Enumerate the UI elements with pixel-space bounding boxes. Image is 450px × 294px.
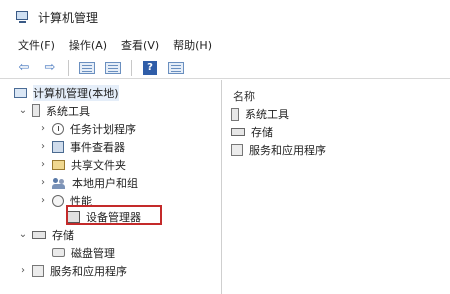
- shared-folder-icon: [52, 159, 65, 170]
- tree-item-label: 共享文件夹: [71, 158, 126, 172]
- tools-icon: [32, 104, 40, 117]
- tree-item-label: 磁盘管理: [71, 246, 115, 260]
- chevron-down-icon[interactable]: ⌄: [18, 229, 28, 240]
- storage-icon: [231, 128, 245, 136]
- tree-item-event-viewer[interactable]: › 事件查看器: [38, 138, 125, 155]
- menu-help[interactable]: 帮助(H): [173, 37, 212, 53]
- tree-item-label: 事件查看器: [70, 140, 125, 154]
- tree-item-system-tools[interactable]: ⌄ 系统工具: [18, 102, 90, 119]
- tree-item-local-users[interactable]: › 本地用户和组: [38, 174, 138, 191]
- list-item-label: 服务和应用程序: [249, 144, 326, 157]
- content-pane: 名称 系统工具 存储 服务和应用程序: [223, 80, 450, 294]
- properties-button[interactable]: [166, 60, 186, 76]
- chevron-right-icon[interactable]: ›: [38, 123, 48, 134]
- storage-icon: [32, 230, 46, 239]
- computer-icon: [14, 87, 27, 98]
- performance-icon: [52, 194, 64, 207]
- tree-item-task-scheduler[interactable]: › 任务计划程序: [38, 120, 136, 137]
- chevron-right-icon[interactable]: ›: [38, 177, 48, 188]
- tree-item-services-apps[interactable]: › 服务和应用程序: [18, 262, 127, 279]
- chevron-down-icon[interactable]: ⌄: [18, 105, 28, 116]
- menu-action[interactable]: 操作(A): [69, 37, 107, 53]
- toolbar-separator: [68, 59, 69, 76]
- properties-icon: [168, 61, 184, 74]
- tree-item-storage[interactable]: ⌄ 存储: [18, 226, 74, 243]
- tree-item-label: 本地用户和组: [72, 176, 138, 190]
- forward-button[interactable]: ⇨: [40, 60, 60, 76]
- export-list-icon: [105, 61, 121, 74]
- chevron-right-icon[interactable]: ›: [38, 159, 48, 170]
- list-item-label: 存储: [251, 126, 273, 139]
- tree-item-root[interactable]: 计算机管理(本地): [14, 84, 119, 101]
- tree-item-label: 计算机管理(本地): [33, 84, 119, 101]
- tree-item-shared-folders[interactable]: › 共享文件夹: [38, 156, 126, 173]
- navigation-tree: 计算机管理(本地) ⌄ 系统工具 › 任务计划程序 › 事件查看器 › 共享文件…: [0, 80, 222, 294]
- back-arrow-icon: ⇦: [18, 60, 30, 75]
- toolbar-separator: [131, 59, 132, 76]
- tree-item-label: 系统工具: [46, 104, 90, 118]
- menu-view[interactable]: 查看(V): [121, 37, 159, 53]
- chevron-right-icon[interactable]: ›: [38, 141, 48, 152]
- help-icon: ?: [143, 60, 157, 75]
- back-button[interactable]: ⇦: [14, 60, 34, 76]
- disk-icon: [52, 248, 65, 257]
- list-item-system-tools[interactable]: 系统工具: [231, 106, 289, 122]
- export-list-button[interactable]: [103, 60, 123, 76]
- show-tree-button[interactable]: [77, 60, 97, 76]
- chevron-right-icon[interactable]: ›: [18, 265, 28, 276]
- window-title: 计算机管理: [38, 10, 99, 25]
- chevron-right-icon[interactable]: ›: [38, 195, 48, 206]
- toolbar: ⇦ ⇨ ?: [0, 57, 450, 79]
- title-bar: 计算机管理: [0, 0, 450, 34]
- list-item-label: 系统工具: [245, 108, 289, 121]
- event-log-icon: [52, 140, 64, 153]
- tree-item-disk-management[interactable]: 磁盘管理: [52, 244, 115, 261]
- tree-item-label: 存储: [52, 228, 74, 242]
- tree-item-label: 服务和应用程序: [50, 264, 127, 278]
- help-button[interactable]: ?: [140, 60, 160, 76]
- menu-bar: 文件(F) 操作(A) 查看(V) 帮助(H): [0, 36, 450, 54]
- computer-management-icon: [16, 10, 30, 24]
- menu-file[interactable]: 文件(F): [18, 37, 55, 53]
- tools-icon: [231, 107, 239, 121]
- name-column-header[interactable]: 名称: [233, 88, 255, 104]
- services-icon: [32, 264, 44, 277]
- users-icon: [52, 177, 66, 189]
- tree-item-label: 任务计划程序: [70, 122, 136, 136]
- show-tree-icon: [79, 61, 95, 74]
- forward-arrow-icon: ⇨: [44, 60, 56, 75]
- highlight-box: [66, 205, 162, 225]
- services-icon: [231, 144, 243, 156]
- clock-icon: [52, 122, 64, 135]
- list-item-storage[interactable]: 存储: [231, 124, 273, 140]
- list-item-services-apps[interactable]: 服务和应用程序: [231, 142, 326, 158]
